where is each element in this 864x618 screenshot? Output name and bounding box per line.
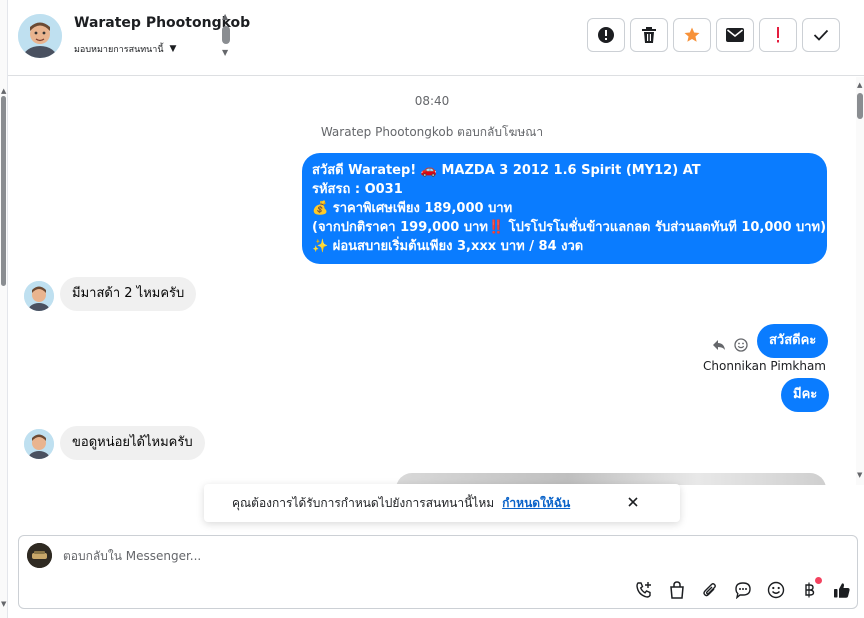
incoming-message[interactable]: มีมาสด้า 2 ไหมครับ [60,277,197,311]
spam-button[interactable] [759,18,797,52]
conversation-header: Waratep Phootongkob มอบหมายการสนทนานี้ ▼… [8,0,864,76]
report-button[interactable] [587,18,625,52]
react-emoji-icon[interactable] [734,338,748,352]
thumbs-up-icon [834,583,850,598]
mark-unread-button[interactable] [716,18,754,52]
assign-toast: คุณต้องการได้รับการกำหนดไปยังการสนทนานี้… [204,484,680,522]
incoming-message[interactable]: ขอดูหน่อยได้ไหมครับ [60,426,205,460]
scroll-down-arrow-icon[interactable]: ▼ [1,600,6,608]
trash-icon [642,27,656,43]
promo-line: (จากปกติราคา 199,000 บาท‼️ โปรโปรโมชั่นข… [312,220,827,235]
star-button[interactable] [673,18,711,52]
caret-down-icon: ▼ [169,44,177,54]
assign-label: มอบหมายการสนทนานี้ [74,45,164,55]
delete-button[interactable] [630,18,668,52]
promo-line: รหัสรถ : O031 [312,182,403,197]
close-icon[interactable] [626,495,640,509]
scrollbar-thumb[interactable] [222,26,230,44]
message-input[interactable] [63,545,623,567]
toast-text: คุณต้องการได้รับการกำหนดไปยังการสนทนานี้… [232,495,495,510]
assign-to-me-link[interactable]: กำหนดให้ฉัน [502,494,570,513]
scroll-down-arrow-icon[interactable]: ▼ [222,48,228,57]
promo-line: ✨ ผ่อนสบายเริ่มต้นเพียง 3,xxx บาท / 84 ง… [312,239,584,254]
like-button[interactable] [831,579,853,601]
promo-line: สวัสดี Waratep! 🚗 MAZDA 3 2012 1.6 Spiri… [312,163,701,178]
done-button[interactable] [802,18,840,52]
page-avatar[interactable] [27,543,52,568]
emoji-button[interactable] [765,579,787,601]
emoji-icon [767,581,785,599]
payment-button[interactable] [798,577,822,601]
attach-button[interactable] [699,579,721,601]
composer-tools [633,577,853,601]
header-actions [587,18,840,52]
outgoing-message[interactable]: มีคะ [781,378,830,412]
contact-avatar-small[interactable] [24,429,54,459]
scroll-up-arrow-icon[interactable]: ▲ [857,81,862,89]
scroll-up-arrow-icon[interactable]: ▲ [222,12,228,21]
scroll-up-arrow-icon[interactable]: ▲ [1,87,6,95]
assign-conversation-dropdown[interactable]: มอบหมายการสนทนานี้ ▼ [74,42,176,56]
shop-button[interactable] [666,579,688,601]
outgoing-message[interactable]: สวัสดีคะ [757,324,829,358]
scroll-down-arrow-icon[interactable]: ▼ [857,471,862,479]
left-scrollbar[interactable]: ▲ ▼ [0,0,8,618]
outgoing-promo-message[interactable]: สวัสดี Waratep! 🚗 MAZDA 3 2012 1.6 Spiri… [302,153,827,264]
notification-dot [815,577,822,584]
envelope-icon [726,28,744,42]
scrollbar-thumb[interactable] [1,96,6,286]
contact-avatar-small[interactable] [24,281,54,311]
scrollbar-thumb[interactable] [857,93,863,119]
promo-line: 💰 ราคาพิเศษเพียง 189,000 บาท [312,201,513,216]
reply-icon[interactable] [712,339,726,351]
sender-name: Chonnikan Pimkham [703,359,826,373]
star-icon [684,27,700,42]
header-scrollbar[interactable]: ▲ ▼ [221,12,231,60]
saved-reply-button[interactable] [732,579,754,601]
saved-reply-icon [735,582,751,599]
call-icon [636,582,651,598]
check-icon [813,29,829,41]
message-tools [712,338,748,352]
baht-icon [805,582,815,598]
ad-reply-note: Waratep Phootongkob ตอบกลับโฆษณา [320,125,544,139]
attachment-icon [703,583,716,597]
inbox-conversation-view: ▲ ▼ Waratep Phootongkob มอบหมายการสนทนาน… [0,0,864,618]
message-thread[interactable]: 08:40 Waratep Phootongkob ตอบกลับโฆษณา ส… [8,77,856,485]
contact-avatar[interactable] [18,14,62,58]
message-composer [18,535,858,609]
call-button[interactable] [633,579,655,601]
thread-scrollbar[interactable]: ▲ ▼ [856,77,864,485]
shopping-bag-icon [670,581,684,599]
message-timestamp: 08:40 [414,94,450,108]
exclamation-icon [777,27,779,43]
alert-circle-icon [598,27,614,43]
